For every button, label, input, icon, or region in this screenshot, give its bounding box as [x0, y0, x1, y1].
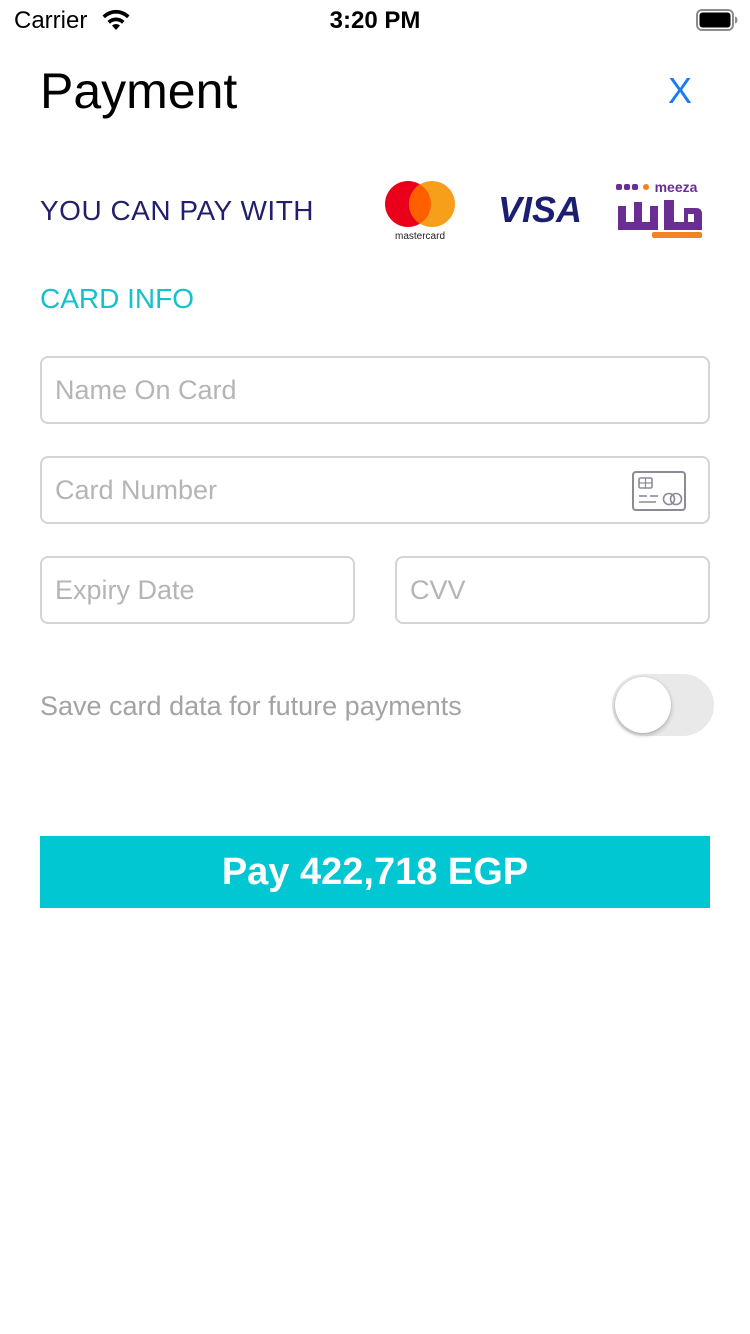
save-card-label: Save card data for future payments: [40, 691, 462, 721]
toggle-knob: [615, 677, 671, 733]
name-on-card-field[interactable]: Name On Card: [40, 356, 710, 424]
card-info-heading: CARD INFO: [40, 283, 194, 314]
cvv-field[interactable]: CVV: [395, 556, 710, 624]
expiry-date-placeholder: Expiry Date: [55, 575, 195, 605]
battery-icon: [696, 9, 738, 31]
expiry-date-field[interactable]: Expiry Date: [40, 556, 355, 624]
svg-text:mastercard: mastercard: [395, 231, 445, 242]
visa-logo: VISA: [498, 189, 582, 230]
status-time: 3:20 PM: [329, 7, 421, 34]
pay-button[interactable]: Pay 422,718 EGP: [40, 836, 710, 908]
name-on-card-placeholder: Name On Card: [55, 375, 237, 405]
svg-text:VISA: VISA: [498, 189, 582, 230]
svg-text:meeza: meeza: [655, 179, 698, 195]
pay-with-label: YOU CAN PAY WITH: [40, 195, 315, 226]
page-title: Payment: [40, 63, 238, 119]
cvv-placeholder: CVV: [410, 575, 466, 605]
card-number-field[interactable]: Card Number: [40, 456, 710, 524]
save-card-toggle[interactable]: [612, 674, 714, 736]
credit-card-icon: [632, 471, 686, 511]
close-button[interactable]: X: [660, 66, 700, 116]
meeza-logo: meeza: [616, 179, 702, 238]
mastercard-logo: mastercard: [385, 181, 455, 242]
card-number-placeholder: Card Number: [55, 475, 218, 505]
